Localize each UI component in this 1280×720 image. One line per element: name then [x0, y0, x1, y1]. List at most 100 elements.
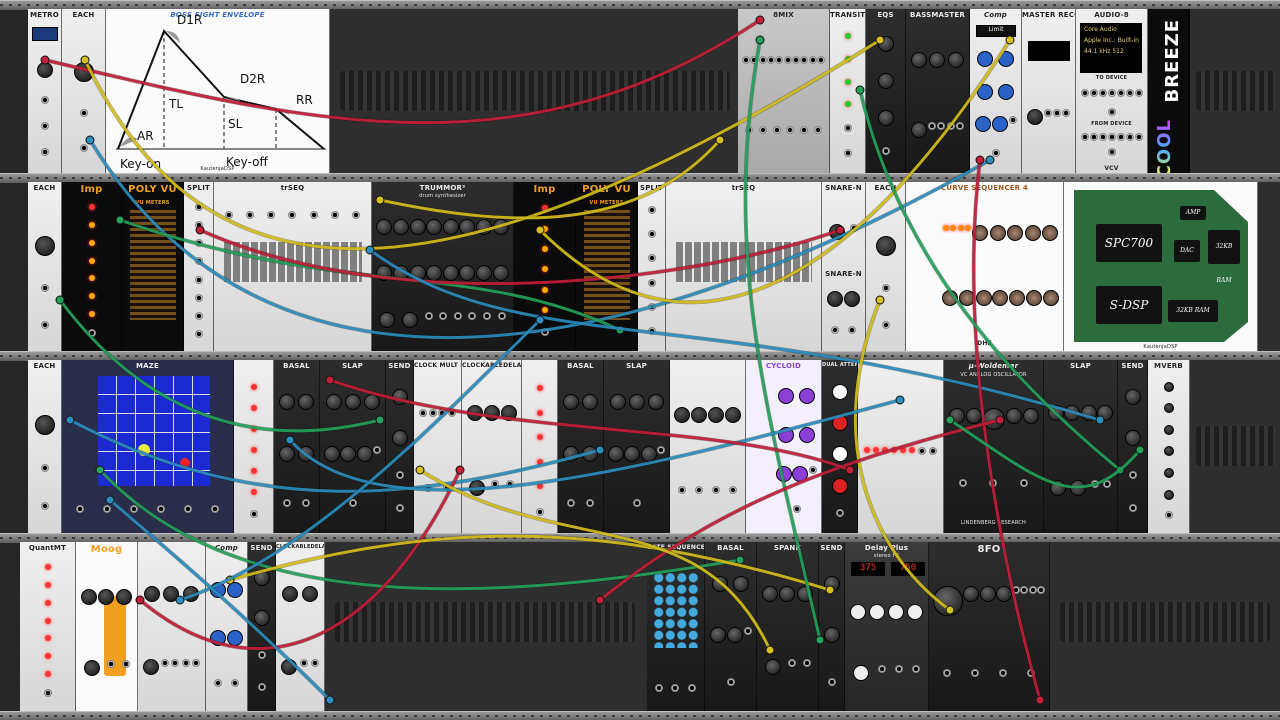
sample-rate[interactable]: 44.1 kHz	[1084, 48, 1110, 55]
empty-rack-space	[1258, 182, 1280, 351]
maze-cursor	[138, 444, 150, 456]
bassmaster-module: BASSMASTER	[906, 9, 970, 173]
clock-mult-div-module: CLOCK MULT DIV	[414, 360, 462, 533]
envelope-label: D2R	[240, 72, 266, 86]
audio-device[interactable]: Apple Inc.: Built-in	[1084, 35, 1141, 46]
module-title: POLY VU	[128, 184, 177, 195]
each-module-3: EACH	[866, 182, 906, 351]
module-title: METRO	[30, 11, 59, 19]
delay-time-left: 375	[851, 562, 885, 576]
sdsp-chip: S-DSP	[1096, 286, 1162, 324]
module-title: SLAP	[1070, 362, 1091, 370]
module-title: GATE SEQUENCER	[647, 544, 705, 551]
module-title: Imp	[80, 184, 103, 195]
8fo-module: 8FO	[929, 542, 1050, 711]
spank-module: SPANK	[757, 542, 819, 711]
module-title: EACH	[33, 362, 56, 370]
maze-grid[interactable]	[98, 376, 210, 486]
basal-module-3: BASAL	[705, 542, 757, 711]
metro-module: METRO	[28, 9, 62, 173]
module-title: CURVE SEQUENCER 4	[941, 184, 1028, 192]
vu-meter-bars	[584, 210, 630, 320]
high-knob[interactable]	[877, 109, 894, 126]
send-module-4: SEND	[819, 542, 845, 711]
slap-module-2: SLAP	[604, 360, 670, 533]
audio-device-display[interactable]: Core Audio Apple Inc.: Built-in 44.1 kHz…	[1080, 23, 1142, 73]
vu-meter-bars	[130, 210, 176, 320]
module-title: MVERB	[1154, 362, 1183, 370]
module-title: MASTER RECORDER 2	[1022, 11, 1075, 19]
maze-module: MAZE	[62, 360, 234, 533]
module-footer: KautenjaDSP	[200, 166, 235, 172]
empty-rack-space	[1190, 360, 1280, 533]
envelope-label: TL	[169, 97, 184, 111]
moog-module: Moog	[76, 542, 138, 711]
spc700-module: SPC700 S-DSP 32KB RAM 32KB RAM DAC AMP K…	[1064, 182, 1258, 351]
audio-driver[interactable]: Core Audio	[1084, 24, 1141, 35]
tempo-knob[interactable]	[36, 62, 53, 78]
mid-knob[interactable]	[877, 72, 894, 89]
module-title: 8FO	[977, 544, 1001, 555]
vcv-logo: VCV	[1104, 165, 1119, 172]
quant-module-4: QuantMT	[20, 542, 76, 711]
module-title: QuantMT	[28, 544, 67, 552]
module-footer: DHE	[977, 340, 992, 347]
module-title: 8MIX	[773, 11, 794, 19]
transit-module: TRANSIT	[830, 9, 866, 173]
send-module: SEND	[386, 360, 414, 533]
module-title: TRANSIT	[830, 11, 866, 19]
mverb-module: MVERB	[1148, 360, 1190, 533]
low-knob[interactable]	[877, 35, 894, 52]
module-title: Comp	[214, 544, 239, 552]
reset-jack[interactable]	[40, 122, 49, 130]
step-grid[interactable]	[224, 242, 362, 282]
poly-vu-module: POLY VU VU METERS	[122, 182, 184, 351]
module-title: µ-Woldemar	[968, 362, 1019, 370]
module-title: SPANK	[773, 544, 802, 552]
module-title: CYCLOID	[765, 362, 802, 370]
module-title: trSEQ	[731, 184, 756, 192]
module-subtitle: VC ANALOG OSCILLATOR	[960, 372, 1027, 378]
module-title: SNARE-N	[825, 184, 862, 192]
module-title: SEND	[250, 544, 273, 552]
division-knob[interactable]	[73, 62, 94, 83]
clock-jack[interactable]	[79, 108, 88, 117]
mode-select[interactable]: Limit	[976, 25, 1016, 37]
poly-vu-module-2: POLY VU VU METERS	[576, 182, 638, 351]
run-jack[interactable]	[40, 96, 49, 104]
module-title: AUDIO-8	[1094, 11, 1129, 19]
gate-step-pads[interactable]	[653, 572, 699, 648]
gate-sequencer-module: GATE SEQUENCER	[647, 542, 705, 711]
module-title: SPLIT	[186, 184, 210, 192]
mixer-module	[138, 542, 206, 711]
envelope-label: D1R	[177, 13, 203, 27]
to-device-label: TO DEVICE	[1095, 75, 1128, 81]
step-grid[interactable]	[676, 242, 812, 282]
module-title: SNARE-N	[825, 270, 862, 278]
trseq-module-2: trSEQ	[666, 182, 822, 351]
eqs-module: EQS	[866, 9, 906, 173]
module-subtitle: stereo FX	[873, 553, 900, 559]
dual-attenuverter-module: DUAL ATTENUVERTER	[822, 360, 858, 533]
envelope-diagram	[116, 29, 326, 150]
bpm-display	[32, 27, 58, 41]
8mix-module: 8MIX	[738, 9, 830, 173]
module-title: TRUMMOR²	[419, 184, 466, 192]
empty-rack-space	[330, 9, 738, 173]
delay-plus-module: Delay Plus stereo FX 375 750	[845, 542, 929, 711]
basal-module: BASAL	[274, 360, 320, 533]
module-title: trSEQ	[280, 184, 305, 192]
each-module: EACH	[62, 9, 106, 173]
start-jack[interactable]	[79, 143, 88, 152]
module-title: Moog	[90, 544, 123, 555]
snare-n-module: SNARE-N SNARE-N	[822, 182, 866, 351]
module-title: DUAL ATTENUVERTER	[822, 362, 857, 368]
maze-cursor	[180, 458, 190, 468]
envelope-label: RR	[296, 93, 313, 107]
module-title: SPLIT	[639, 184, 663, 192]
start-jack[interactable]	[40, 148, 49, 156]
module-title: SEND	[1121, 362, 1144, 370]
rack-rail	[0, 711, 1280, 720]
block-size[interactable]: 512	[1112, 48, 1123, 55]
envelope-label: AR	[137, 129, 154, 143]
